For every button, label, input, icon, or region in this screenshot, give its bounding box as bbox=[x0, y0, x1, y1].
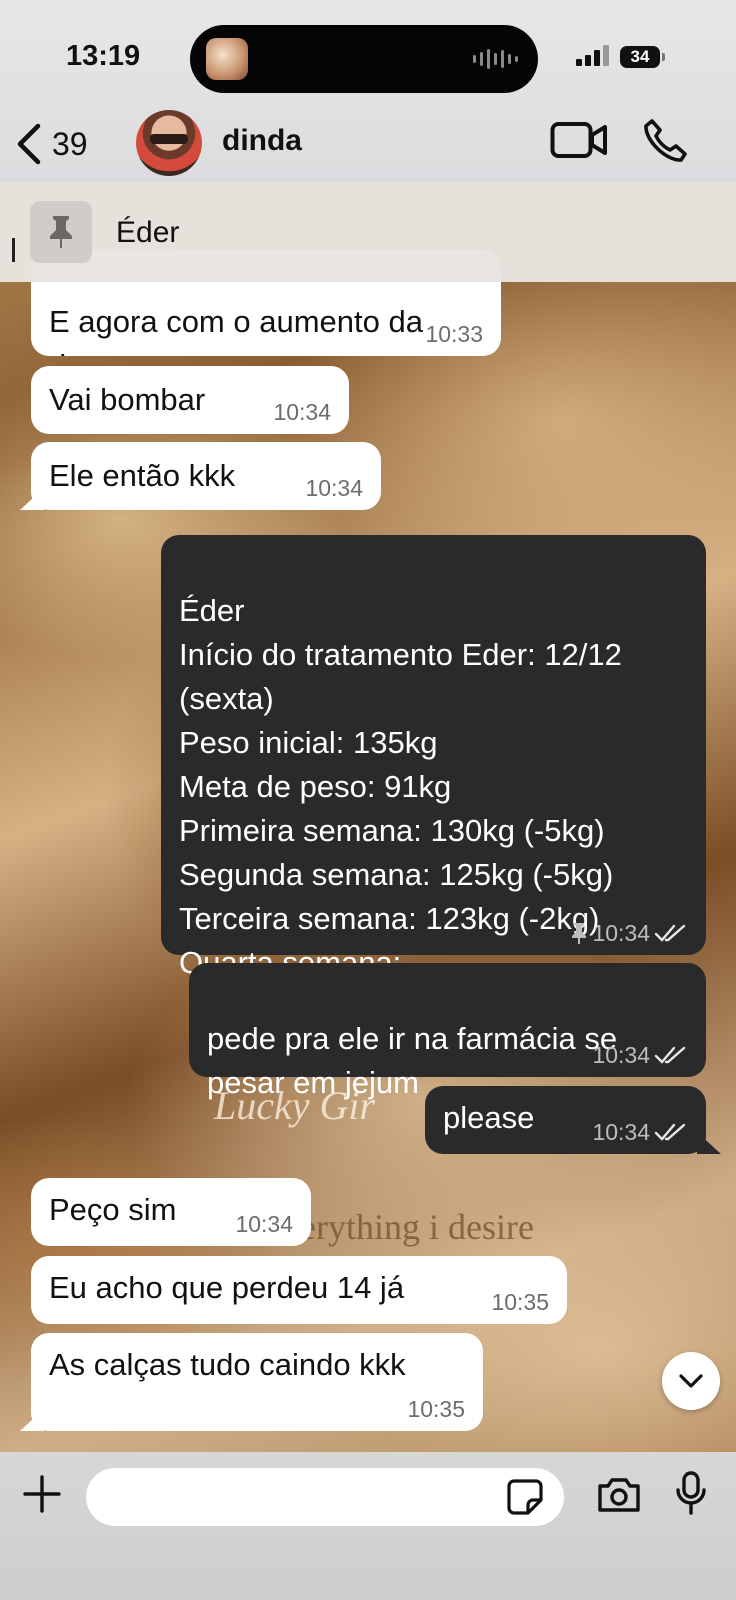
pin-icon bbox=[572, 923, 587, 944]
message-time: 10:35 bbox=[491, 1289, 549, 1315]
dynamic-island[interactable] bbox=[190, 25, 538, 93]
read-receipt-icon bbox=[654, 1123, 686, 1141]
read-receipt-icon bbox=[654, 1046, 686, 1064]
camera-button[interactable] bbox=[596, 1476, 642, 1519]
pinned-thumbnail bbox=[30, 201, 92, 263]
camera-icon bbox=[598, 1478, 640, 1512]
chevron-down-icon bbox=[679, 1374, 703, 1388]
message-time: 10:34 bbox=[592, 1119, 650, 1145]
plus-icon bbox=[23, 1475, 61, 1513]
video-call-button[interactable] bbox=[550, 120, 608, 165]
microphone-button[interactable] bbox=[674, 1470, 708, 1521]
unread-count: 39 bbox=[52, 125, 88, 162]
phone-icon bbox=[644, 119, 687, 162]
video-camera-icon bbox=[550, 122, 607, 158]
message-text: Éder Início do tratamento Eder: 12/12 (s… bbox=[179, 593, 622, 980]
message-text: E agora com o aumento da dose bbox=[49, 304, 423, 356]
read-receipt-icon bbox=[654, 924, 686, 942]
message-meta: 10:34 bbox=[592, 1041, 688, 1069]
message-time: 10:34 bbox=[305, 475, 363, 501]
pinned-message-bar[interactable] bbox=[0, 182, 736, 282]
message-bubble-incoming[interactable]: As calças tudo caindo kkk 10:35 bbox=[31, 1333, 483, 1431]
pinned-title: Éder bbox=[116, 216, 180, 249]
sticker-icon bbox=[507, 1479, 543, 1515]
attach-button[interactable] bbox=[22, 1474, 62, 1519]
audio-wave-icon bbox=[473, 49, 518, 69]
message-text: Eu acho que perdeu 14 já bbox=[49, 1270, 405, 1305]
microphone-icon bbox=[676, 1471, 706, 1515]
message-bubble-incoming[interactable]: Ele então kkk 10:34 bbox=[31, 442, 381, 510]
message-time: 10:34 bbox=[592, 920, 650, 946]
battery-cap bbox=[662, 53, 665, 61]
voice-call-button[interactable] bbox=[642, 118, 688, 169]
message-text: Vai bombar bbox=[49, 382, 206, 417]
message-time: 10:34 bbox=[592, 1042, 650, 1068]
pin-icon bbox=[50, 216, 72, 248]
pinned-indicator bbox=[12, 238, 15, 262]
media-thumbnail bbox=[206, 38, 248, 80]
wallpaper-text: erything i desire bbox=[300, 1207, 534, 1247]
message-bubble-outgoing[interactable]: pede pra ele ir na farmácia se pesar em … bbox=[189, 963, 706, 1100]
message-bubble-incoming[interactable]: Peço sim 10:34 bbox=[31, 1178, 311, 1246]
message-time: 10:33 bbox=[425, 321, 483, 347]
message-time: 10:34 bbox=[273, 399, 331, 425]
status-time: 13:19 bbox=[66, 40, 141, 72]
avatar[interactable] bbox=[136, 110, 202, 176]
message-text: As calças tudo caindo kkk bbox=[49, 1347, 406, 1382]
message-text: Ele então kkk bbox=[49, 458, 236, 493]
signal-icon bbox=[576, 45, 609, 66]
message-bubble-outgoing[interactable]: please 10:34 bbox=[425, 1086, 706, 1154]
message-meta: 10:34 bbox=[570, 919, 688, 947]
back-button[interactable]: 39 bbox=[14, 116, 114, 172]
message-bubble-incoming[interactable]: Eu acho que perdeu 14 já 10:35 bbox=[31, 1256, 567, 1324]
message-time: 10:35 bbox=[407, 1396, 465, 1422]
chevron-left-icon bbox=[17, 123, 41, 165]
scroll-to-bottom-button[interactable] bbox=[662, 1352, 720, 1410]
contact-name[interactable]: dinda bbox=[222, 124, 302, 158]
message-text: please bbox=[443, 1100, 535, 1135]
message-time: 10:34 bbox=[235, 1211, 293, 1237]
message-input[interactable] bbox=[86, 1468, 564, 1526]
message-meta: 10:34 bbox=[592, 1118, 688, 1146]
avatar-detail bbox=[150, 134, 188, 144]
message-bubble-outgoing[interactable]: Éder Início do tratamento Eder: 12/12 (s… bbox=[161, 535, 706, 980]
message-bubble-incoming[interactable]: Vai bombar 10:34 bbox=[31, 366, 349, 434]
sticker-button[interactable] bbox=[506, 1478, 544, 1521]
battery-icon: 34 bbox=[620, 46, 660, 68]
message-text: Peço sim bbox=[49, 1192, 177, 1227]
